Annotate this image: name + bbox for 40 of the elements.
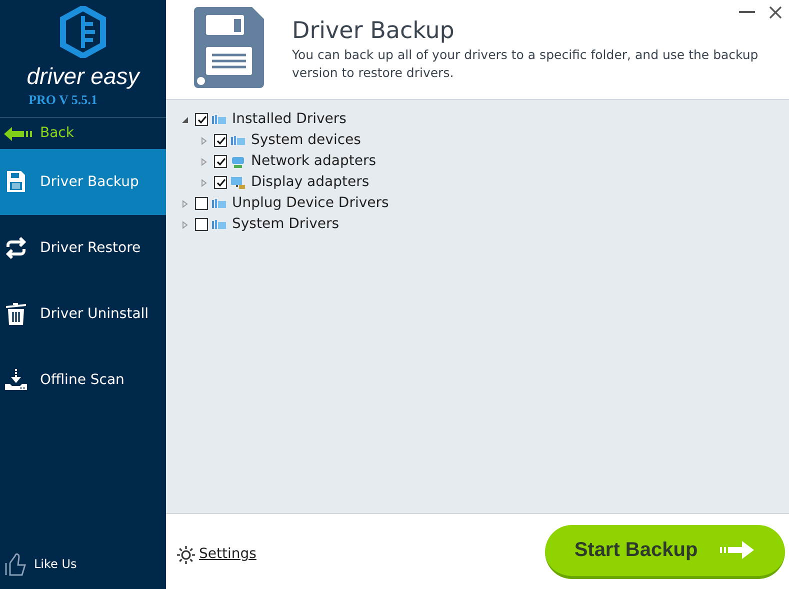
start-backup-button[interactable]: Start Backup bbox=[545, 524, 785, 578]
logo-icon bbox=[59, 6, 107, 58]
close-icon bbox=[768, 6, 782, 18]
checkbox[interactable] bbox=[214, 155, 227, 168]
back-button[interactable]: Back bbox=[0, 118, 166, 149]
tree-item-label[interactable]: System Drivers bbox=[232, 214, 340, 235]
thumbs-up-icon bbox=[4, 551, 28, 577]
tree-item-label[interactable]: Network adapters bbox=[251, 151, 376, 172]
right-arrow-icon bbox=[720, 540, 756, 560]
settings-icon bbox=[176, 544, 196, 564]
checkbox[interactable] bbox=[195, 218, 208, 231]
version-label: PRO V 5.5.1 bbox=[28, 91, 98, 109]
page-description: You can back up all of your drivers to a specific folder, and use the backup version to restore drivers. bbox=[292, 46, 760, 82]
tree-item-label[interactable]: Display adapters bbox=[251, 172, 370, 193]
like-button[interactable]: Like Us bbox=[0, 539, 166, 589]
nav-item[interactable]: Driver Backup bbox=[0, 149, 166, 215]
left-arrow-icon bbox=[4, 126, 34, 142]
nav-item[interactable]: Offline Scan bbox=[0, 347, 166, 413]
tree-item-label[interactable]: System devices bbox=[251, 130, 361, 151]
trash-can-icon bbox=[4, 302, 28, 326]
devices-icon bbox=[230, 134, 246, 148]
settings-link[interactable]: Settings bbox=[176, 544, 256, 565]
devices-icon bbox=[211, 218, 227, 232]
refresh-arrows-icon bbox=[4, 236, 28, 260]
devices-icon bbox=[211, 112, 227, 126]
checkbox[interactable] bbox=[214, 134, 227, 147]
devices-icon bbox=[211, 196, 227, 210]
nav-item[interactable]: Driver Restore bbox=[0, 215, 166, 281]
minimize-icon bbox=[739, 11, 755, 13]
monitor-icon bbox=[230, 176, 246, 190]
checkbox[interactable] bbox=[195, 113, 208, 126]
download-tray-icon bbox=[4, 368, 28, 392]
page-title: Driver Backup bbox=[292, 17, 456, 46]
brand-name: driver easy bbox=[26, 62, 140, 90]
checkbox[interactable] bbox=[195, 197, 208, 210]
tree-item-label[interactable]: Installed Drivers bbox=[232, 109, 346, 130]
nav-item[interactable]: Driver Uninstall bbox=[0, 281, 166, 347]
checkbox[interactable] bbox=[214, 176, 227, 189]
network-icon bbox=[230, 154, 246, 168]
tree-item-label[interactable]: Unplug Device Drivers bbox=[232, 193, 389, 214]
